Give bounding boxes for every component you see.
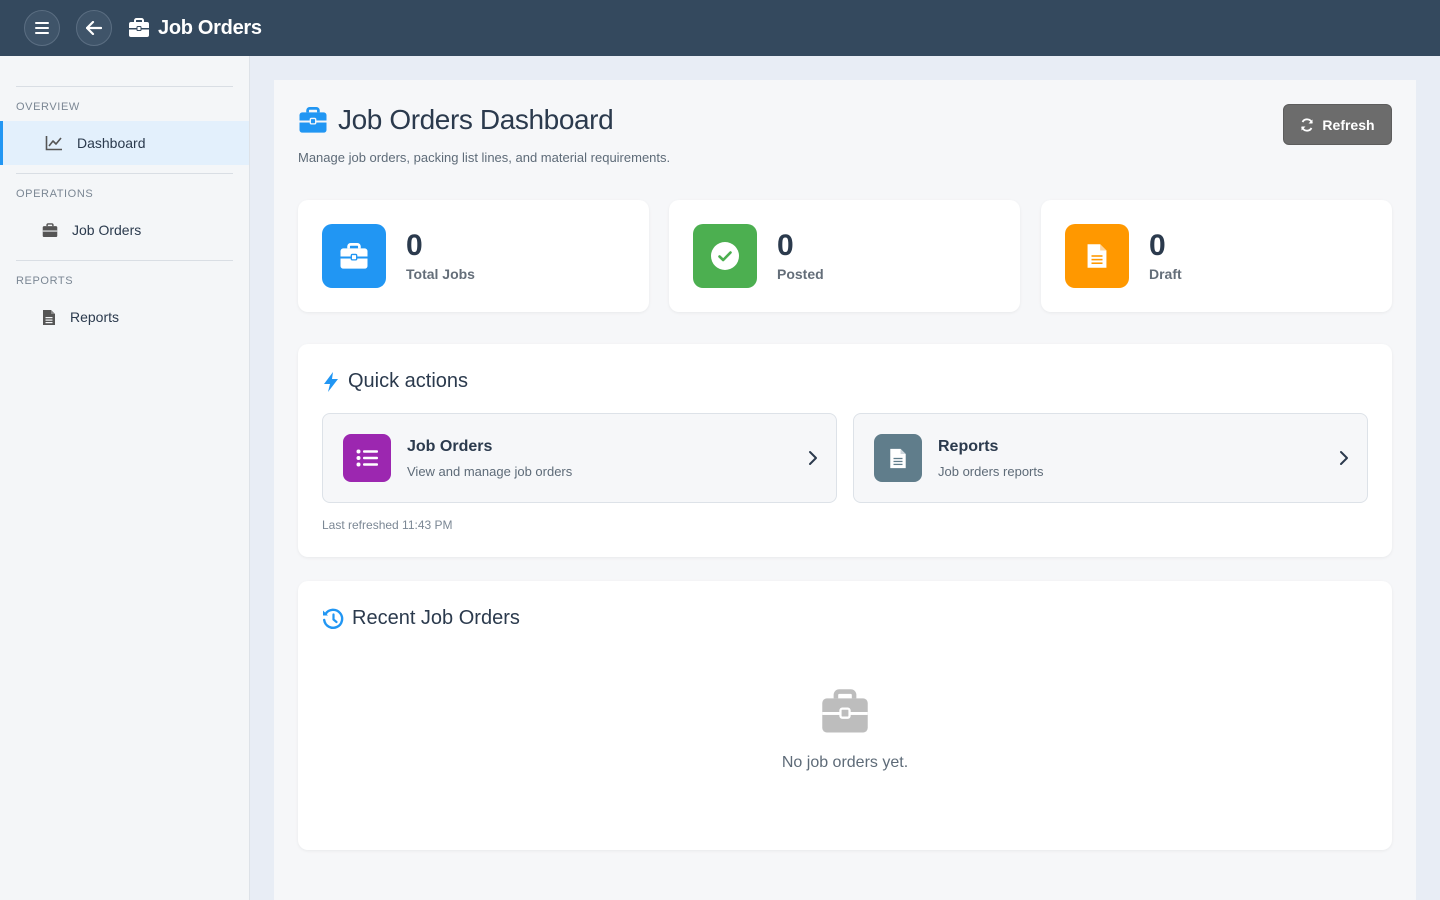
sidebar-item-label: Job Orders bbox=[72, 222, 142, 238]
main-content: Job Orders Dashboard Manage job orders, … bbox=[274, 80, 1416, 900]
stat-card-draft: 0 Draft bbox=[1041, 200, 1392, 312]
briefcase-icon bbox=[822, 689, 868, 733]
page-title-text: Job Orders Dashboard bbox=[338, 104, 614, 135]
quick-action-description: View and manage job orders bbox=[407, 463, 573, 479]
chevron-right-icon bbox=[1340, 451, 1348, 465]
quick-action-title: Reports bbox=[938, 437, 999, 455]
file-icon bbox=[1087, 244, 1107, 268]
sidebar-item-reports[interactable]: Reports bbox=[0, 295, 249, 339]
stat-value: 0 bbox=[777, 229, 794, 262]
sidebar-item-label: Reports bbox=[70, 309, 120, 325]
sidebar-item-label: Dashboard bbox=[77, 135, 146, 151]
sidebar-section-reports: REPORTS bbox=[16, 275, 74, 287]
quick-actions-card: Quick actions Job Orders View and manage… bbox=[298, 344, 1392, 557]
back-button[interactable] bbox=[76, 10, 112, 46]
stat-label: Draft bbox=[1149, 266, 1182, 282]
quick-action-title: Job Orders bbox=[407, 437, 493, 455]
history-icon bbox=[323, 608, 344, 629]
briefcase-icon bbox=[299, 106, 327, 133]
chart-line-icon bbox=[45, 136, 62, 151]
file-icon bbox=[43, 309, 55, 325]
list-icon bbox=[356, 449, 378, 467]
quick-action-job-orders[interactable]: Job Orders View and manage job orders bbox=[322, 413, 837, 503]
sidebar: OVERVIEW Dashboard OPERATIONS Job Orders… bbox=[0, 56, 250, 900]
sidebar-item-job-orders[interactable]: Job Orders bbox=[0, 208, 249, 252]
quick-action-description: Job orders reports bbox=[938, 463, 1044, 479]
recent-job-orders-title-text: Recent Job Orders bbox=[352, 607, 520, 629]
stat-value: 0 bbox=[406, 229, 423, 262]
quick-action-reports[interactable]: Reports Job orders reports bbox=[853, 413, 1368, 503]
briefcase-icon bbox=[340, 242, 368, 269]
refresh-button-label: Refresh bbox=[1322, 116, 1375, 133]
briefcase-icon bbox=[129, 18, 149, 37]
chevron-right-icon bbox=[809, 451, 817, 465]
refresh-button[interactable]: Refresh bbox=[1283, 104, 1392, 145]
stat-card-total-jobs: 0 Total Jobs bbox=[298, 200, 649, 312]
hamburger-icon bbox=[35, 22, 49, 34]
menu-button[interactable] bbox=[24, 10, 60, 46]
quick-actions-title: Quick actions bbox=[322, 370, 468, 393]
recent-job-orders-card: Recent Job Orders No job orders yet. bbox=[298, 581, 1392, 850]
stat-icon-container bbox=[1065, 224, 1129, 288]
sidebar-section-operations: OPERATIONS bbox=[16, 188, 94, 200]
page-subtitle: Manage job orders, packing list lines, a… bbox=[298, 150, 671, 165]
empty-state: No job orders yet. bbox=[298, 689, 1392, 772]
quick-action-icon-container bbox=[874, 434, 922, 482]
app-title: Job Orders bbox=[128, 17, 262, 40]
briefcase-icon bbox=[42, 222, 58, 237]
bolt-icon bbox=[324, 371, 338, 392]
stat-card-posted: 0 Posted bbox=[669, 200, 1020, 312]
sidebar-item-dashboard[interactable]: Dashboard bbox=[0, 121, 249, 165]
check-circle-icon bbox=[711, 242, 739, 270]
page-header: Job Orders Dashboard Manage job orders, … bbox=[298, 104, 1392, 184]
quick-actions-title-text: Quick actions bbox=[348, 370, 469, 392]
last-refreshed-text: Last refreshed 11:43 PM bbox=[322, 518, 453, 532]
app-title-text: Job Orders bbox=[158, 16, 262, 39]
stat-label: Posted bbox=[777, 266, 824, 282]
page-title: Job Orders Dashboard bbox=[298, 104, 1392, 136]
quick-action-icon-container bbox=[343, 434, 391, 482]
arrow-left-icon bbox=[86, 21, 102, 35]
stat-value: 0 bbox=[1149, 229, 1166, 262]
stat-icon-container bbox=[693, 224, 757, 288]
stat-label: Total Jobs bbox=[406, 266, 475, 282]
top-bar: Job Orders bbox=[0, 0, 1440, 56]
empty-state-text: No job orders yet. bbox=[781, 754, 909, 771]
refresh-icon bbox=[1301, 117, 1314, 132]
sidebar-section-overview: OVERVIEW bbox=[16, 101, 80, 113]
file-icon bbox=[890, 448, 906, 468]
recent-job-orders-title: Recent Job Orders bbox=[322, 607, 520, 630]
stat-icon-container bbox=[322, 224, 386, 288]
